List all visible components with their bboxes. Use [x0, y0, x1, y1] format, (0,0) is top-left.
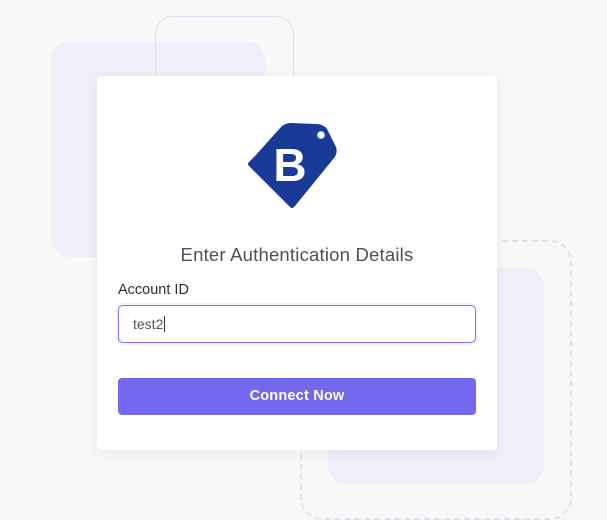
text-caret [164, 316, 166, 332]
connect-now-button[interactable]: Connect Now [118, 378, 476, 415]
auth-card: B Enter Authentication Details Account I… [97, 76, 497, 450]
logo-letter: B [273, 139, 306, 191]
b-price-tag-icon: B [248, 123, 337, 208]
account-id-input[interactable]: test2 [118, 305, 476, 343]
account-id-label: Account ID [118, 282, 189, 298]
account-id-value[interactable]: test2 [133, 316, 166, 332]
page-title: Enter Authentication Details [180, 244, 414, 265]
